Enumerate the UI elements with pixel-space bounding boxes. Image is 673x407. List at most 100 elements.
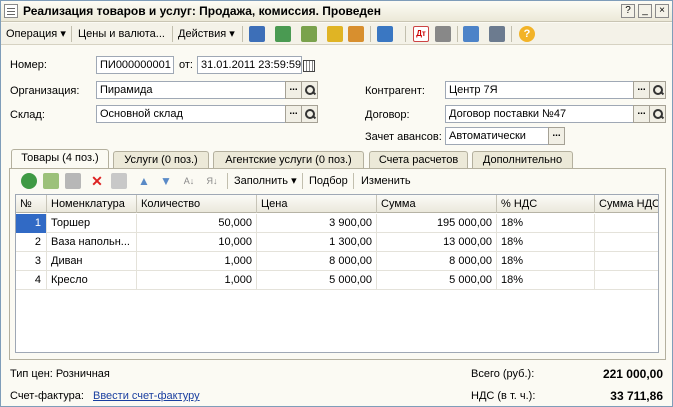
save-icon[interactable]	[275, 26, 291, 42]
tab-services[interactable]: Услуги (0 поз.)	[113, 151, 209, 168]
close-button[interactable]: ×	[655, 4, 669, 18]
vat-sum-cell[interactable]	[595, 252, 658, 271]
select-button[interactable]: Подбор	[309, 173, 348, 189]
unpost-icon[interactable]	[348, 26, 364, 42]
row-number: 1	[16, 214, 47, 233]
vat-rate-cell[interactable]: 18%	[497, 252, 595, 271]
vat-label: НДС (в т. ч.):	[471, 390, 536, 402]
quantity-cell[interactable]: 1,000	[137, 252, 257, 271]
debit-credit-icon[interactable]: Дт	[413, 26, 429, 42]
column-header[interactable]: % НДС	[497, 195, 595, 213]
price-cell[interactable]: 3 900,00	[257, 214, 377, 233]
calendar-icon[interactable]	[301, 56, 315, 74]
search-icon[interactable]	[301, 105, 318, 123]
minimize-button[interactable]: _	[638, 4, 652, 18]
table-row[interactable]: 2 Ваза напольн... 10,000 1 300,00 13 000…	[16, 233, 658, 252]
sum-cell[interactable]: 195 000,00	[377, 214, 497, 233]
advance-offset-label: Зачет авансов:	[365, 131, 442, 143]
vat-rate-cell[interactable]: 18%	[497, 214, 595, 233]
actions-label: Действия	[178, 28, 227, 40]
column-header[interactable]: №	[16, 195, 47, 213]
tab-goods[interactable]: Товары (4 поз.)	[11, 149, 109, 169]
organization-select-button[interactable]: ...	[285, 81, 302, 99]
price-cell[interactable]: 1 300,00	[257, 233, 377, 252]
fill-menu[interactable]: Заполнить ▾	[234, 173, 297, 189]
contractor-field[interactable]: Центр 7Я	[445, 81, 634, 99]
warehouse-field[interactable]: Основной склад	[96, 105, 286, 123]
nomenclature-cell[interactable]: Диван	[47, 252, 137, 271]
search-icon[interactable]	[301, 81, 318, 99]
nomenclature-cell[interactable]: Торшер	[47, 214, 137, 233]
post-icon[interactable]	[327, 26, 343, 42]
tab-settlement-accounts[interactable]: Счета расчетов	[369, 151, 468, 168]
advance-offset-select-button[interactable]: ...	[548, 127, 565, 145]
price-cell[interactable]: 8 000,00	[257, 252, 377, 271]
nomenclature-cell[interactable]: Ваза напольн...	[47, 233, 137, 252]
operation-menu[interactable]: Операция ▾	[6, 26, 66, 42]
column-header[interactable]: Номенклатура	[47, 195, 137, 213]
table-row[interactable]: 1 Торшер 50,000 3 900,00 195 000,00 18%	[16, 214, 658, 233]
chevron-down-icon: ▾	[291, 175, 297, 187]
prices-currency-button[interactable]: Цены и валюта...	[78, 26, 165, 42]
structure-icon[interactable]	[463, 26, 479, 42]
contractor-select-button[interactable]: ...	[633, 81, 650, 99]
post-and-close-icon[interactable]	[249, 26, 265, 42]
report-icon[interactable]	[435, 26, 451, 42]
create-based-on-icon[interactable]	[377, 26, 393, 42]
warehouse-select-button[interactable]: ...	[285, 105, 302, 123]
edit-row-icon[interactable]	[65, 173, 81, 189]
invoice-label: Счет-фактура:	[10, 390, 84, 402]
actions-menu[interactable]: Действия ▾	[178, 26, 235, 42]
sort-descending-icon[interactable]: Я↓	[204, 173, 220, 189]
vat-sum-cell[interactable]	[595, 214, 658, 233]
table-row[interactable]: 3 Диван 1,000 8 000,00 8 000,00 18%	[16, 252, 658, 271]
search-icon[interactable]	[649, 81, 666, 99]
contract-select-button[interactable]: ...	[633, 105, 650, 123]
nomenclature-cell[interactable]: Кресло	[47, 271, 137, 290]
total-value: 221 000,00	[602, 367, 663, 381]
goods-table[interactable]: № Номенклатура Количество Цена Сумма % Н…	[15, 194, 659, 353]
number-field[interactable]: ПИ000000001	[96, 56, 174, 74]
document-icon	[4, 4, 18, 18]
sort-ascending-icon[interactable]: A↓	[181, 173, 197, 189]
tab-additional[interactable]: Дополнительно	[472, 151, 573, 168]
vat-rate-cell[interactable]: 18%	[497, 271, 595, 290]
column-header[interactable]: Сумма НДС	[595, 195, 658, 213]
column-header[interactable]: Цена	[257, 195, 377, 213]
help-window-button[interactable]: ?	[621, 4, 635, 18]
sum-cell[interactable]: 8 000,00	[377, 252, 497, 271]
search-icon[interactable]	[649, 105, 666, 123]
column-header[interactable]: Количество	[137, 195, 257, 213]
move-up-icon[interactable]: ▲	[136, 173, 152, 189]
sum-cell[interactable]: 5 000,00	[377, 271, 497, 290]
fill-label: Заполнить	[234, 175, 289, 187]
vat-sum-cell[interactable]	[595, 271, 658, 290]
advance-offset-field[interactable]: Автоматически	[445, 127, 549, 145]
contract-field[interactable]: Договор поставки №47	[445, 105, 634, 123]
move-down-icon[interactable]: ▼	[158, 173, 174, 189]
total-label: Всего (руб.):	[471, 368, 535, 380]
tab-agent-services[interactable]: Агентские услуги (0 поз.)	[213, 151, 364, 168]
add-row-icon[interactable]	[21, 173, 37, 189]
table-header: № Номенклатура Количество Цена Сумма % Н…	[16, 195, 658, 213]
date-field[interactable]: 31.01.2011 23:59:59	[197, 56, 302, 74]
organization-field[interactable]: Пирамида	[96, 81, 286, 99]
vat-sum-cell[interactable]	[595, 233, 658, 252]
vat-rate-cell[interactable]: 18%	[497, 233, 595, 252]
column-header[interactable]: Сумма	[377, 195, 497, 213]
copy-icon[interactable]	[301, 26, 317, 42]
row-number: 3	[16, 252, 47, 271]
copy-row-icon[interactable]	[43, 173, 59, 189]
enter-invoice-link[interactable]: Ввести счет-фактуру	[93, 390, 200, 402]
end-edit-icon[interactable]	[111, 173, 127, 189]
sum-cell[interactable]: 13 000,00	[377, 233, 497, 252]
list-icon[interactable]	[489, 26, 505, 42]
table-row[interactable]: 4 Кресло 1,000 5 000,00 5 000,00 18%	[16, 271, 658, 290]
quantity-cell[interactable]: 50,000	[137, 214, 257, 233]
delete-row-icon[interactable]: ✕	[89, 173, 105, 189]
quantity-cell[interactable]: 1,000	[137, 271, 257, 290]
quantity-cell[interactable]: 10,000	[137, 233, 257, 252]
help-icon[interactable]: ?	[519, 26, 535, 42]
change-button[interactable]: Изменить	[361, 173, 411, 189]
price-cell[interactable]: 5 000,00	[257, 271, 377, 290]
